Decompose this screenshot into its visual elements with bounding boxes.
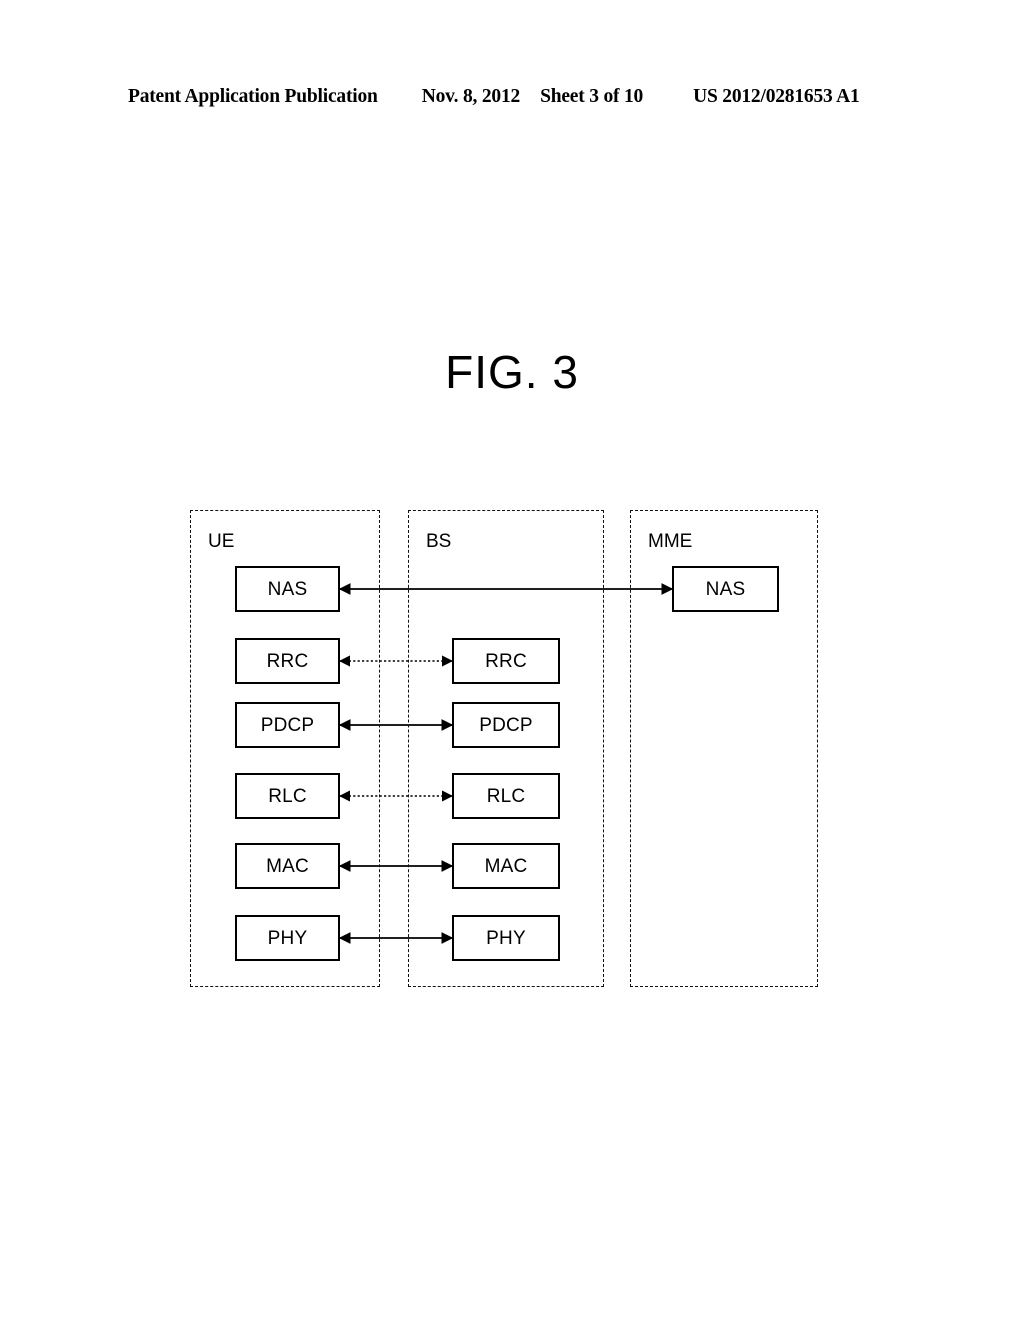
layer-box-ue-nas: NAS [235,566,340,612]
protocol-stack-diagram: UE NAS RRC PDCP RLC MAC PHY BS RRC PDCP RLC MAC PHY M… [0,0,1024,1320]
layer-box-bs-rlc: RLC [452,773,560,819]
layer-box-ue-rlc: RLC [235,773,340,819]
layer-box-bs-phy: PHY [452,915,560,961]
layer-box-bs-rrc: RRC [452,638,560,684]
panel-label-bs: BS [426,531,452,552]
layer-box-bs-pdcp: PDCP [452,702,560,748]
panel-label-ue: UE [208,531,235,552]
layer-box-bs-mac: MAC [452,843,560,889]
layer-box-ue-rrc: RRC [235,638,340,684]
layer-box-ue-phy: PHY [235,915,340,961]
layer-box-ue-pdcp: PDCP [235,702,340,748]
panel-label-mme: MME [648,531,693,552]
layer-box-ue-mac: MAC [235,843,340,889]
layer-box-mme-nas: NAS [672,566,779,612]
